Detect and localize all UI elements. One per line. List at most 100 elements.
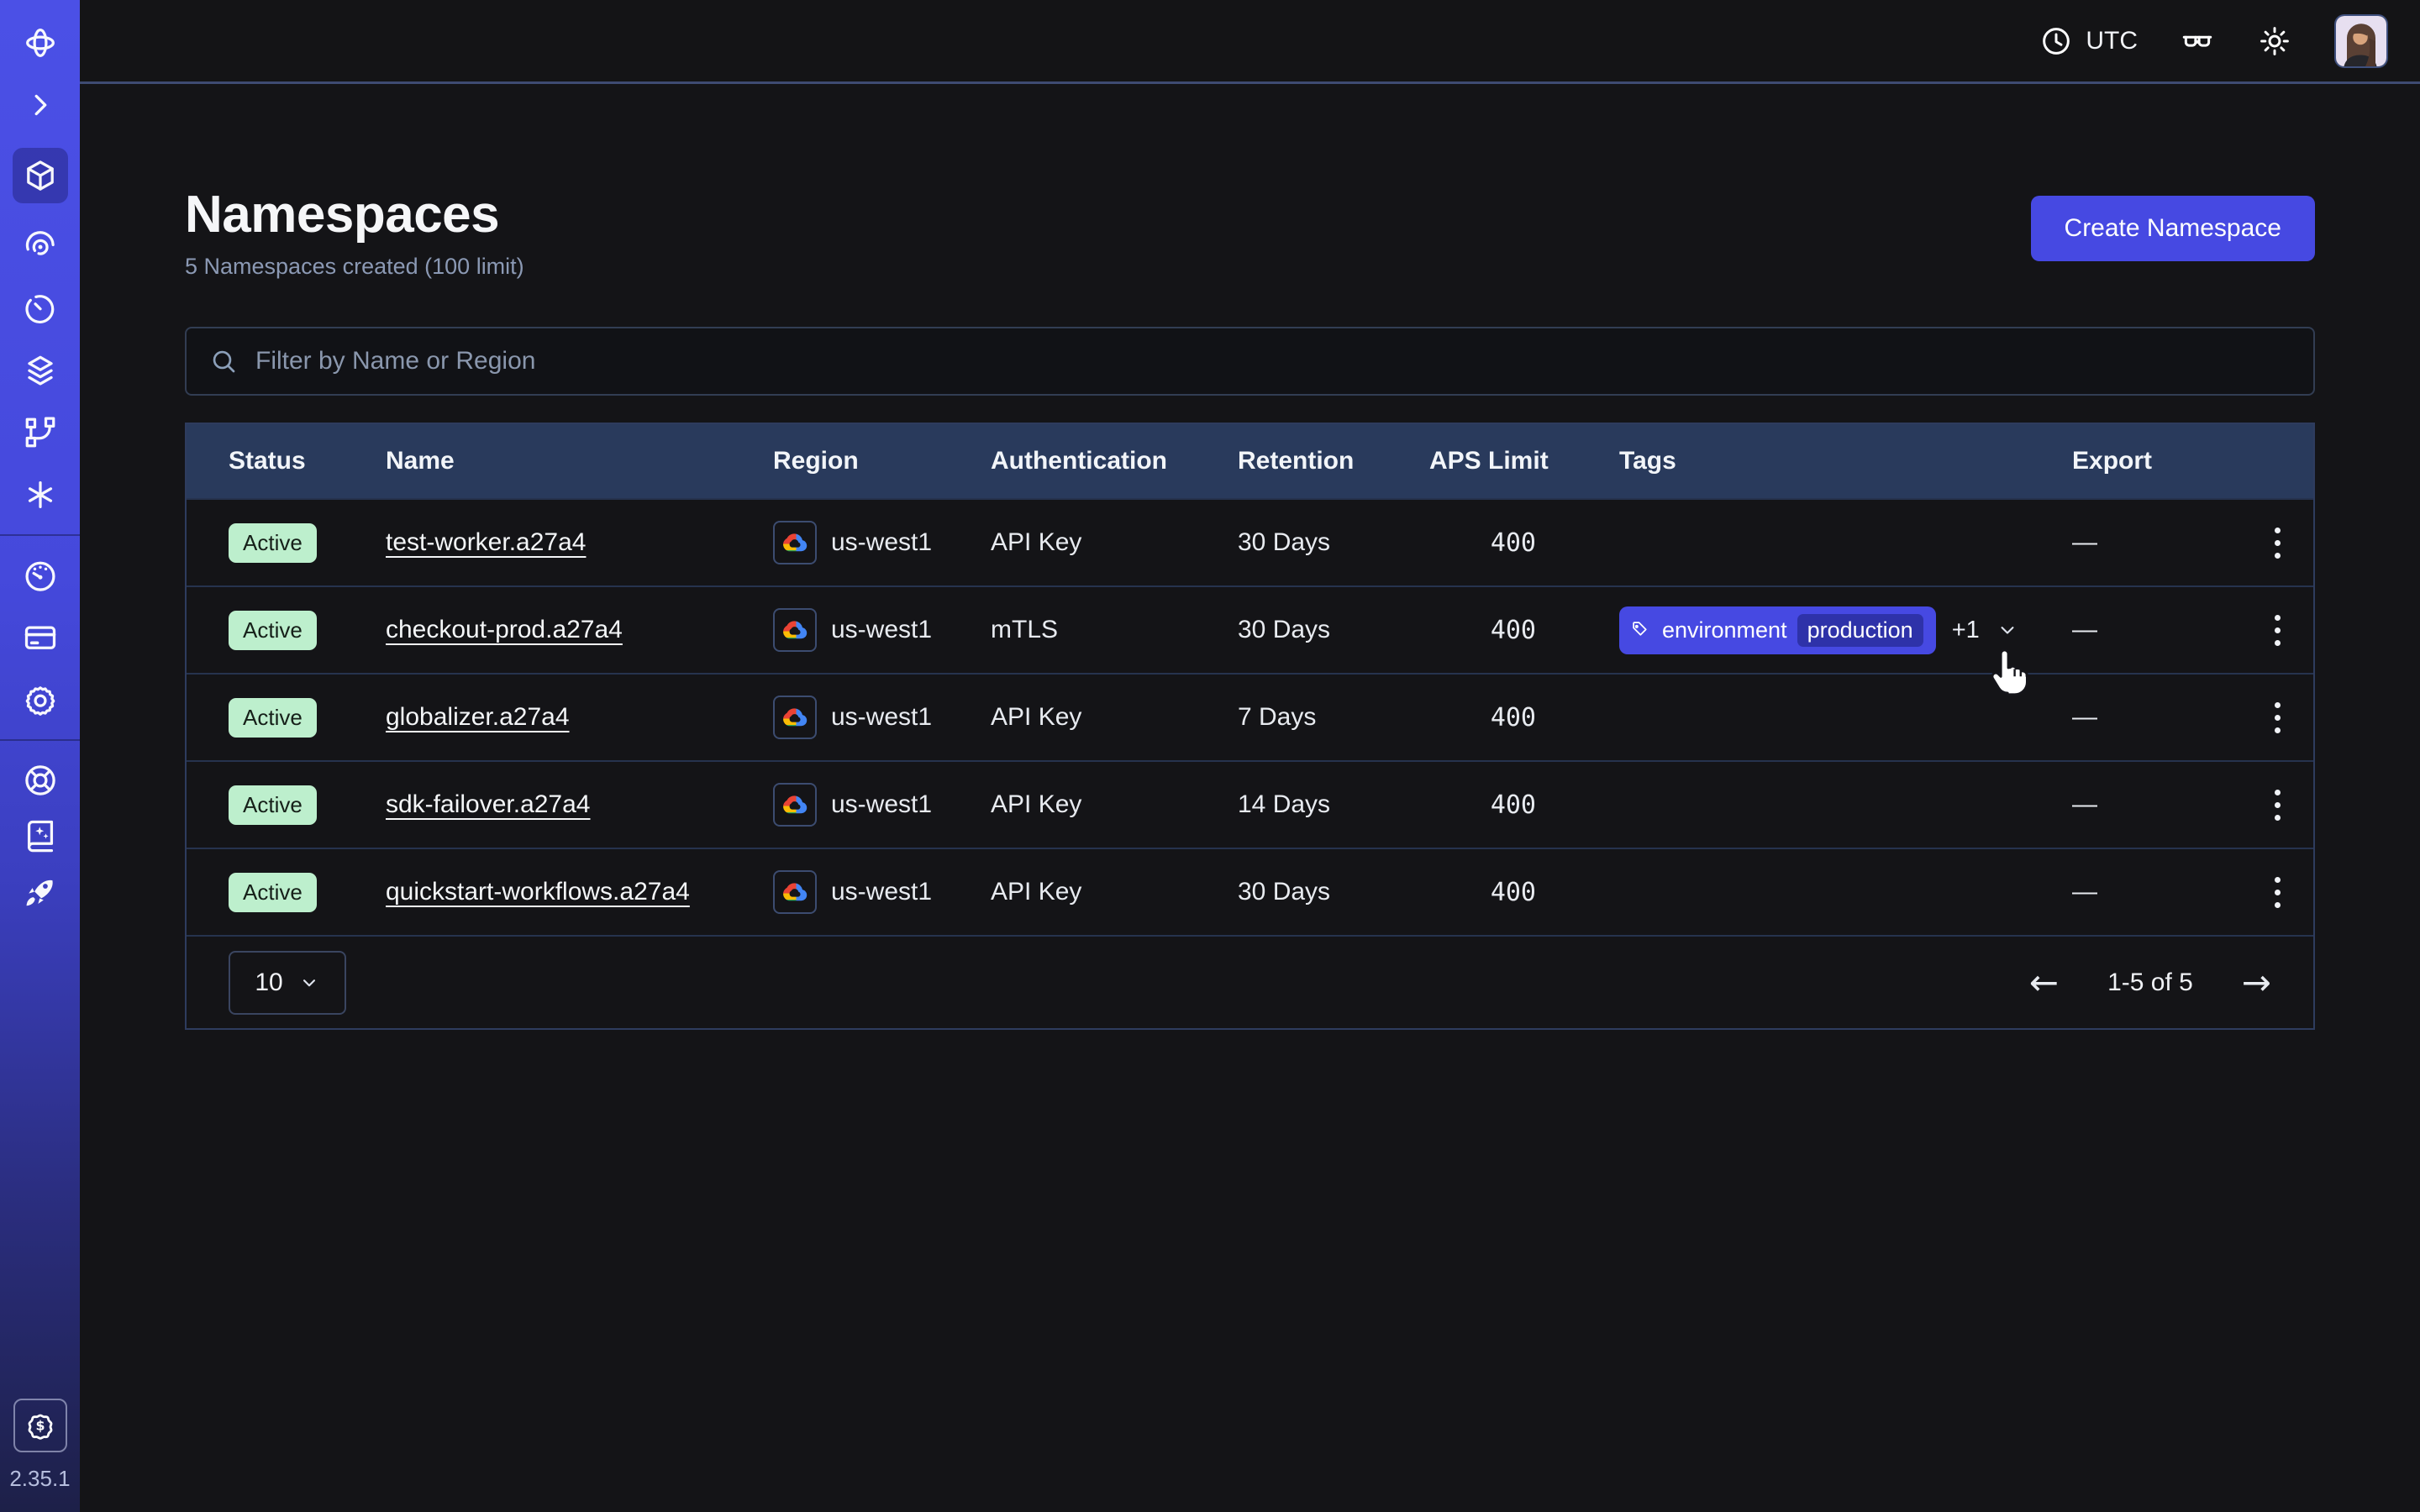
main-content: Namespaces 5 Namespaces created (100 lim… (80, 87, 2420, 1512)
timezone-label: UTC (2086, 27, 2138, 55)
app-version: 2.35.1 (9, 1466, 70, 1492)
credits-button[interactable]: $ (13, 1399, 67, 1452)
page-size-select[interactable]: 10 (229, 951, 346, 1015)
countdown-clock-icon (21, 289, 60, 328)
status-badge: Active (229, 873, 317, 912)
tag-chip[interactable]: environment production (1619, 606, 1936, 654)
region-label: us-west1 (831, 790, 932, 819)
row-menu-button[interactable] (2266, 694, 2289, 742)
topbar: UTC (80, 0, 2420, 84)
sidebar-item-support[interactable] (21, 761, 60, 800)
page-title: Namespaces (185, 186, 524, 244)
tag-icon (1630, 619, 1652, 641)
page-size-value: 10 (255, 969, 282, 997)
namespace-link[interactable]: sdk-failover.a27a4 (386, 790, 591, 818)
gcp-icon (773, 783, 817, 827)
region-label: us-west1 (831, 703, 932, 732)
row-menu-button[interactable] (2266, 869, 2289, 916)
sidebar-item-schedules[interactable] (21, 289, 60, 328)
export-value: — (2072, 703, 2237, 732)
retention-value: 14 Days (1238, 790, 1429, 819)
sidebar-item-usage[interactable] (21, 556, 60, 595)
auth-value: API Key (991, 878, 1238, 906)
chevron-down-icon (298, 972, 320, 994)
temporal-logo-icon (21, 24, 60, 62)
row-menu-button[interactable] (2266, 781, 2289, 829)
filter-input[interactable] (255, 347, 2291, 375)
prev-page-button[interactable]: ← (2029, 965, 2059, 1000)
aps-value: 400 (1429, 528, 1536, 558)
filter-bar[interactable] (185, 327, 2315, 396)
namespace-link[interactable]: checkout-prod.a27a4 (386, 616, 623, 643)
gear-icon (21, 680, 60, 719)
namespace-link[interactable]: quickstart-workflows.a27a4 (386, 878, 690, 906)
col-retention: Retention (1238, 447, 1429, 475)
table-row: Active checkout-prod.a27a4 us-west1 mTLS… (187, 585, 2313, 673)
page-subtitle: 5 Namespaces created (100 limit) (185, 253, 524, 280)
sidebar-item-settings[interactable] (21, 680, 60, 719)
sidebar-item-workflows[interactable] (21, 413, 60, 452)
sidebar-item-getting-started[interactable] (21, 872, 60, 911)
sidebar-item-deployments[interactable] (21, 351, 60, 390)
table-row: Active sdk-failover.a27a4 us-west1 API K… (187, 760, 2313, 848)
rocket-icon (21, 872, 60, 911)
row-menu-button[interactable] (2266, 519, 2289, 567)
namespace-link[interactable]: test-worker.a27a4 (386, 528, 586, 556)
aps-value: 400 (1429, 878, 1536, 907)
table-row: Active test-worker.a27a4 us-west1 API Ke… (187, 498, 2313, 585)
retention-value: 7 Days (1238, 703, 1429, 732)
aps-value: 400 (1429, 616, 1536, 645)
sidebar-item-namespaces[interactable] (13, 148, 68, 203)
gauge-icon (21, 556, 60, 595)
col-authentication: Authentication (991, 447, 1238, 475)
avatar-photo (2336, 16, 2386, 66)
tags-more-count: +1 (1952, 617, 1980, 644)
gcp-icon (773, 521, 817, 564)
clock-icon (2039, 24, 2074, 59)
pagination-range: 1-5 of 5 (2107, 969, 2193, 997)
temporal-logo[interactable] (21, 24, 60, 62)
row-menu-button[interactable] (2266, 606, 2289, 654)
auth-value: API Key (991, 528, 1238, 557)
auth-value: API Key (991, 790, 1238, 819)
sidebar-item-nexus[interactable] (21, 227, 60, 265)
book-sparkles-icon (21, 816, 60, 855)
col-status: Status (229, 447, 386, 475)
status-badge: Active (229, 611, 317, 650)
chevron-right-icon (21, 86, 60, 124)
aps-value: 400 (1429, 703, 1536, 732)
git-branch-icon (21, 413, 60, 452)
region-label: us-west1 (831, 878, 932, 906)
create-namespace-button[interactable]: Create Namespace (2031, 196, 2315, 261)
namespaces-table: Status Name Region Authentication Retent… (185, 423, 2315, 1030)
sidebar-expand-button[interactable] (21, 86, 60, 124)
chevron-down-icon[interactable] (1996, 618, 2019, 642)
cube-icon (21, 156, 60, 195)
timezone-selector[interactable]: UTC (2039, 24, 2138, 59)
status-badge: Active (229, 698, 317, 738)
sun-icon[interactable] (2257, 24, 2292, 59)
export-value: — (2072, 790, 2237, 819)
namespace-link[interactable]: globalizer.a27a4 (386, 703, 570, 731)
status-badge: Active (229, 523, 317, 563)
aps-value: 400 (1429, 790, 1536, 820)
sidebar-item-batch[interactable] (21, 475, 60, 514)
table-header: Status Name Region Authentication Retent… (187, 424, 2313, 498)
retention-value: 30 Days (1238, 616, 1429, 644)
col-export: Export (2072, 447, 2237, 475)
dollar-badge-icon: $ (24, 1409, 57, 1442)
life-ring-icon (21, 761, 60, 800)
asterisk-icon (21, 475, 60, 514)
retention-value: 30 Days (1238, 528, 1429, 557)
tag-key: environment (1662, 617, 1787, 643)
user-avatar[interactable] (2334, 14, 2388, 68)
svg-text:$: $ (35, 1418, 45, 1434)
sidebar-item-docs[interactable] (21, 816, 60, 855)
glasses-icon[interactable] (2180, 24, 2215, 59)
sidebar-divider (0, 739, 80, 741)
gcp-icon (773, 696, 817, 739)
col-aps-limit: APS Limit (1429, 447, 1619, 475)
table-row: Active globalizer.a27a4 us-west1 API Key… (187, 673, 2313, 760)
sidebar-item-billing[interactable] (21, 618, 60, 657)
next-page-button[interactable]: → (2242, 965, 2271, 1000)
